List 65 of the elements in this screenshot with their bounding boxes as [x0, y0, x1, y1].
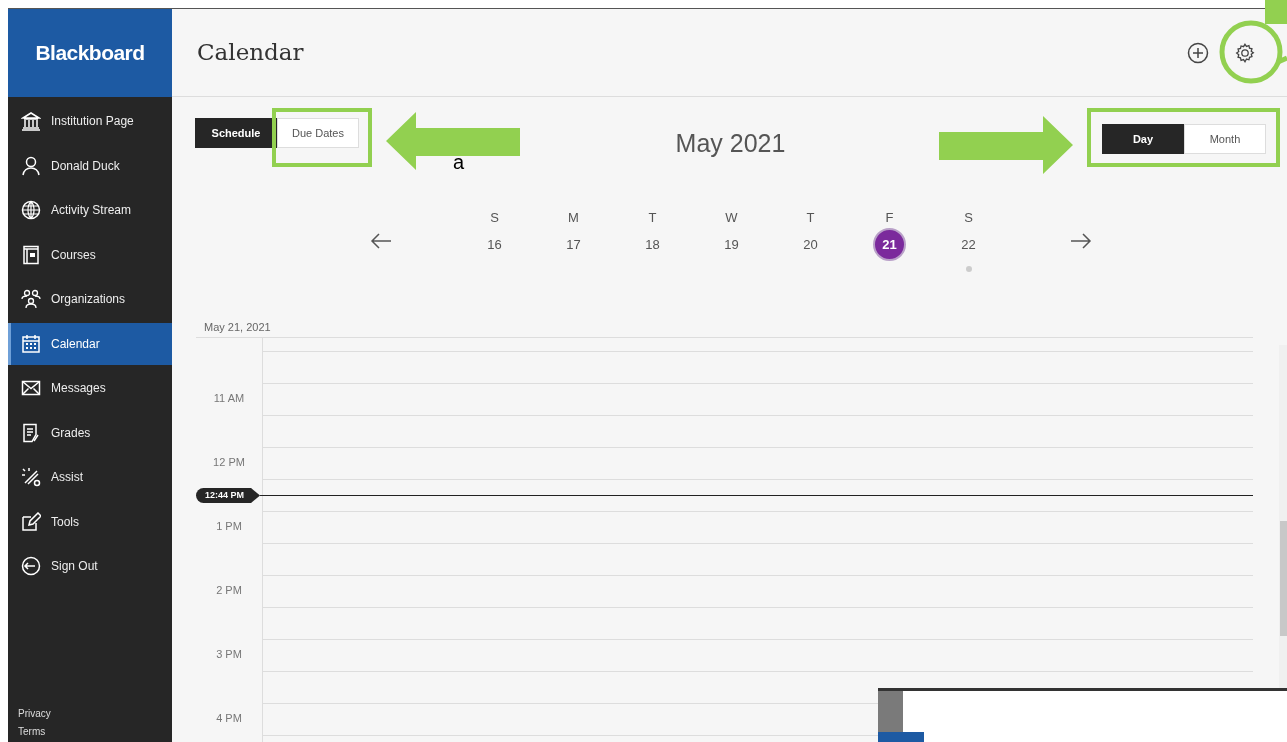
time-label: 12 PM: [213, 455, 245, 468]
sidebar-item[interactable]: Grades: [8, 411, 172, 454]
time-label: 2 PM: [216, 583, 242, 596]
week-day-column[interactable]: M 17: [534, 205, 613, 272]
tab[interactable]: Month: [1184, 124, 1266, 154]
logo-text[interactable]: Blackboard: [35, 37, 145, 69]
weekday-label: S: [964, 209, 973, 226]
sidebar-item[interactable]: Institution Page: [8, 100, 172, 143]
date-button[interactable]: 20: [794, 228, 827, 261]
sidebar-item[interactable]: Calendar: [8, 322, 172, 365]
sidebar-item[interactable]: Messages: [8, 367, 172, 410]
time-label: 1 PM: [216, 519, 242, 532]
previous-arrow-icon[interactable]: [370, 232, 392, 250]
calendar-icon: [21, 333, 41, 354]
globe-icon: [21, 200, 41, 221]
weekday-label: T: [648, 209, 657, 226]
tab[interactable]: Schedule: [195, 118, 277, 148]
sidebar-item[interactable]: Tools: [8, 500, 172, 543]
edit-icon: [21, 511, 41, 532]
week-day-column[interactable]: F 21: [850, 205, 929, 272]
time-label: 3 PM: [216, 647, 242, 660]
add-icon[interactable]: [1187, 41, 1209, 64]
week-day-column[interactable]: S 16: [455, 205, 534, 272]
next-arrow-icon[interactable]: [1070, 232, 1092, 250]
current-time-badge: 12:44 PM: [196, 488, 261, 503]
date-button[interactable]: 16: [478, 228, 511, 261]
annotation-label: a: [453, 152, 465, 172]
time-label: 4 PM: [216, 711, 242, 724]
sidebar-item[interactable]: Donald Duck: [8, 144, 172, 187]
sidebar-item[interactable]: Activity Stream: [8, 189, 172, 232]
pencil-icon: [21, 467, 41, 488]
week-day-column[interactable]: T 18: [613, 205, 692, 272]
tab[interactable]: Due Dates: [277, 118, 359, 148]
sidebar-item[interactable]: Assist: [8, 456, 172, 499]
footer-link[interactable]: Terms: [18, 724, 172, 740]
time-label: 11 AM: [213, 391, 245, 404]
date-button[interactable]: 17: [557, 228, 590, 261]
weekday-label: F: [885, 209, 894, 226]
date-heading: May 21, 2021: [204, 321, 271, 333]
sidebar-item[interactable]: Courses: [8, 233, 172, 276]
week-day-column[interactable]: W 19: [692, 205, 771, 272]
weekday-label: T: [806, 209, 815, 226]
people-icon: [21, 289, 41, 310]
weekday-label: S: [490, 209, 499, 226]
sign-out-icon: [21, 556, 41, 577]
settings-icon[interactable]: [1234, 41, 1256, 64]
month-title: May 2021: [675, 128, 786, 159]
book-icon: [21, 244, 41, 265]
bank-icon: [21, 111, 41, 132]
date-button[interactable]: 19: [715, 228, 748, 261]
date-button[interactable]: 21: [873, 228, 906, 261]
document-icon: [21, 422, 41, 443]
weekday-label: M: [568, 209, 579, 226]
week-day-column[interactable]: T 20: [771, 205, 850, 272]
person-icon: [21, 155, 41, 176]
footer-link[interactable]: Privacy: [18, 706, 172, 722]
sidebar-item[interactable]: Organizations: [8, 278, 172, 321]
date-button[interactable]: 18: [636, 228, 669, 261]
week-day-column[interactable]: S 22: [929, 205, 1008, 272]
scrollbar-thumb[interactable]: [1280, 521, 1287, 636]
tab[interactable]: Day: [1102, 124, 1184, 154]
weekday-label: W: [725, 209, 738, 226]
date-button[interactable]: 22: [952, 228, 985, 261]
sidebar-item[interactable]: Sign Out: [8, 545, 172, 588]
page-title: Calendar: [197, 38, 304, 68]
